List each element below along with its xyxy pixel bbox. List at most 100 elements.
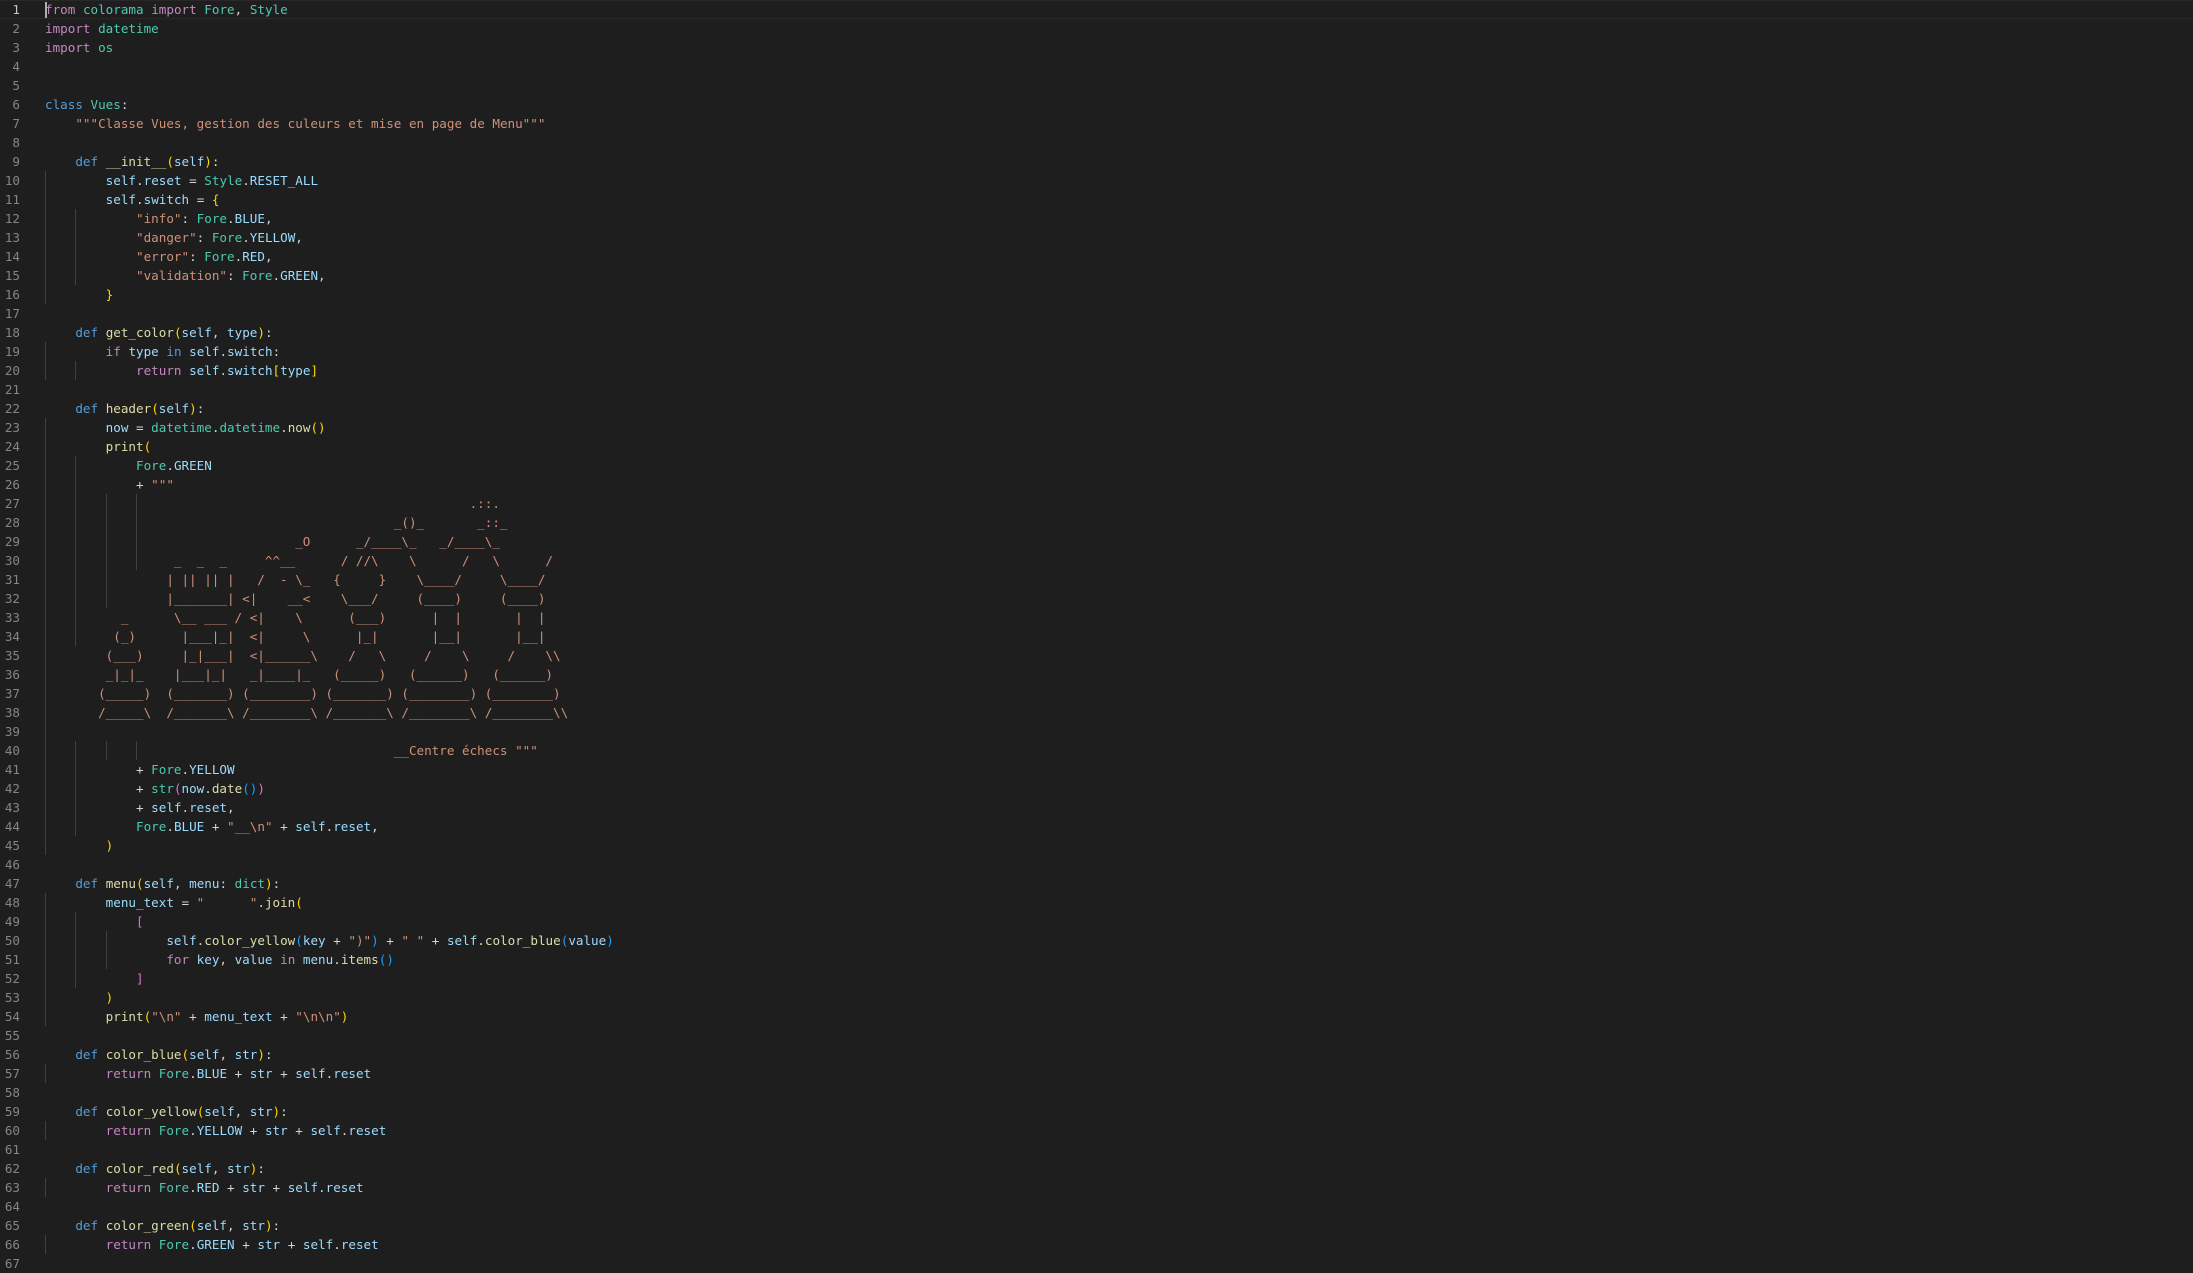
code-line[interactable]: 31 | || || | / - \_ { } \____/ \____/ bbox=[0, 570, 2193, 589]
line-content[interactable]: menu_text = " ".join( bbox=[45, 893, 303, 912]
line-content[interactable]: print("\n" + menu_text + "\n\n") bbox=[45, 1007, 349, 1026]
code-line[interactable]: 52 ] bbox=[0, 969, 2193, 988]
code-line[interactable]: 63 return Fore.RED + str + self.reset bbox=[0, 1178, 2193, 1197]
line-content[interactable]: print( bbox=[45, 437, 152, 456]
code-line[interactable]: 32 |_______| <| __< \___/ (____) (____) bbox=[0, 589, 2193, 608]
line-content[interactable]: def color_green(self, str): bbox=[45, 1216, 280, 1235]
code-line[interactable]: 46 bbox=[0, 855, 2193, 874]
code-line[interactable]: 3 import os bbox=[0, 38, 2193, 57]
line-content[interactable]: for key, value in menu.items() bbox=[45, 950, 394, 969]
line-content[interactable]: import os bbox=[45, 38, 113, 57]
code-line[interactable]: 64 bbox=[0, 1197, 2193, 1216]
code-editor[interactable]: 1 from colorama import Fore, Style 2 import… bbox=[0, 0, 2193, 1273]
line-content[interactable]: + str(now.date()) bbox=[45, 779, 265, 798]
code-line[interactable]: 61 bbox=[0, 1140, 2193, 1159]
code-line[interactable]: 7 """Classe Vues, gestion des culeurs et… bbox=[0, 114, 2193, 133]
code-line[interactable]: 2 import datetime bbox=[0, 19, 2193, 38]
code-line[interactable]: 67 bbox=[0, 1254, 2193, 1273]
line-content[interactable]: class Vues: bbox=[45, 95, 128, 114]
code-line[interactable]: 38 /_____\ /_______\ /________\ /_______… bbox=[0, 703, 2193, 722]
code-line[interactable]: 58 bbox=[0, 1083, 2193, 1102]
code-line[interactable]: 8 bbox=[0, 133, 2193, 152]
code-line[interactable]: 35 (___) |_|___| <|______\ / \ / \ / \\ bbox=[0, 646, 2193, 665]
line-content[interactable]: def get_color(self, type): bbox=[45, 323, 272, 342]
code-line[interactable]: 12 "info": Fore.BLUE, bbox=[0, 209, 2193, 228]
line-content[interactable]: ) bbox=[45, 836, 114, 855]
code-line[interactable]: 19 if type in self.switch: bbox=[0, 342, 2193, 361]
code-line[interactable]: 21 bbox=[0, 380, 2193, 399]
code-line[interactable]: 62 def color_red(self, str): bbox=[0, 1159, 2193, 1178]
line-content[interactable]: return self.switch[type] bbox=[45, 361, 318, 380]
code-line[interactable]: 65 def color_green(self, str): bbox=[0, 1216, 2193, 1235]
code-line[interactable]: 22 def header(self): bbox=[0, 399, 2193, 418]
code-line[interactable]: 30 _ _ _ ^^__ / //\ \ / \ / bbox=[0, 551, 2193, 570]
line-content[interactable]: def color_red(self, str): bbox=[45, 1159, 265, 1178]
code-line[interactable]: 66 return Fore.GREEN + str + self.reset bbox=[0, 1235, 2193, 1254]
code-line[interactable]: 54 print("\n" + menu_text + "\n\n") bbox=[0, 1007, 2193, 1026]
code-line[interactable]: 40 __Centre échecs """ bbox=[0, 741, 2193, 760]
code-line[interactable]: 25 Fore.GREEN bbox=[0, 456, 2193, 475]
code-line[interactable]: 4 bbox=[0, 57, 2193, 76]
code-line[interactable]: 49 [ bbox=[0, 912, 2193, 931]
code-line[interactable]: 18 def get_color(self, type): bbox=[0, 323, 2193, 342]
line-content[interactable]: + """ bbox=[45, 475, 174, 494]
line-content[interactable]: "info": Fore.BLUE, bbox=[45, 209, 273, 228]
line-content[interactable]: _O _/____\_ _/____\_ bbox=[45, 532, 500, 551]
code-line[interactable]: 45 ) bbox=[0, 836, 2193, 855]
line-content[interactable]: now = datetime.datetime.now() bbox=[45, 418, 326, 437]
code-line[interactable]: 60 return Fore.YELLOW + str + self.reset bbox=[0, 1121, 2193, 1140]
line-content[interactable]: _ \__ ___ / <| \ (___) | | | | bbox=[45, 608, 546, 627]
code-line[interactable]: 26 + """ bbox=[0, 475, 2193, 494]
line-content[interactable]: ) bbox=[45, 988, 114, 1007]
code-line[interactable]: 13 "danger": Fore.YELLOW, bbox=[0, 228, 2193, 247]
line-content[interactable]: + Fore.YELLOW bbox=[45, 760, 235, 779]
line-content[interactable]: "danger": Fore.YELLOW, bbox=[45, 228, 303, 247]
line-content[interactable]: _()_ _::_ bbox=[45, 513, 508, 532]
line-content[interactable]: def menu(self, menu: dict): bbox=[45, 874, 280, 893]
code-line[interactable]: 14 "error": Fore.RED, bbox=[0, 247, 2193, 266]
line-content[interactable]: import datetime bbox=[45, 19, 159, 38]
line-content[interactable]: Fore.BLUE + "__\n" + self.reset, bbox=[45, 817, 379, 836]
code-line[interactable]: 59 def color_yellow(self, str): bbox=[0, 1102, 2193, 1121]
code-line[interactable]: 27 .::. bbox=[0, 494, 2193, 513]
line-content[interactable]: "validation": Fore.GREEN, bbox=[45, 266, 326, 285]
code-line[interactable]: 17 bbox=[0, 304, 2193, 323]
line-content[interactable]: /_____\ /_______\ /________\ /_______\ /… bbox=[45, 703, 568, 722]
code-line[interactable]: 33 _ \__ ___ / <| \ (___) | | | | bbox=[0, 608, 2193, 627]
line-content[interactable]: return Fore.GREEN + str + self.reset bbox=[45, 1235, 379, 1254]
code-line[interactable]: 44 Fore.BLUE + "__\n" + self.reset, bbox=[0, 817, 2193, 836]
line-content[interactable]: "error": Fore.RED, bbox=[45, 247, 273, 266]
line-content[interactable]: self. color_yellow(key + ")") + " " + sel… bbox=[45, 931, 614, 950]
code-line[interactable]: 39 bbox=[0, 722, 2193, 741]
code-line[interactable]: 28 _()_ _::_ bbox=[0, 513, 2193, 532]
code-line[interactable]: 42 + str(now.date()) bbox=[0, 779, 2193, 798]
line-content[interactable]: Fore.GREEN bbox=[45, 456, 212, 475]
line-content[interactable]: _|_|_ |___|_| _|____|_ (_____) (______) … bbox=[45, 665, 553, 684]
line-content[interactable]: [ bbox=[45, 912, 144, 931]
line-content[interactable]: } bbox=[45, 285, 114, 304]
line-content[interactable]: def color_blue(self, str): bbox=[45, 1045, 272, 1064]
line-content[interactable]: self.reset = Style.RESET_ALL bbox=[45, 171, 318, 190]
code-line[interactable]: 56 def color_blue(self, str): bbox=[0, 1045, 2193, 1064]
line-content[interactable]: """Classe Vues, gestion des culeurs et m… bbox=[45, 114, 545, 133]
code-line[interactable]: 23 now = datetime.datetime.now() bbox=[0, 418, 2193, 437]
code-line[interactable]: 11 self.switch = { bbox=[0, 190, 2193, 209]
line-content[interactable]: if type in self.switch: bbox=[45, 342, 281, 361]
code-line[interactable]: 36 _|_|_ |___|_| _|____|_ (_____) (_____… bbox=[0, 665, 2193, 684]
code-line[interactable]: 34 (_) |___|_| <| \ |_| |__| |__| bbox=[0, 627, 2193, 646]
code-line[interactable]: 43 + self.reset, bbox=[0, 798, 2193, 817]
code-line[interactable]: 10 self.reset = Style.RESET_ALL bbox=[0, 171, 2193, 190]
code-line[interactable]: 51 for key, value in menu.items() bbox=[0, 950, 2193, 969]
code-line[interactable]: 55 bbox=[0, 1026, 2193, 1045]
code-line[interactable]: 1 from colorama import Fore, Style bbox=[0, 0, 2193, 19]
code-line[interactable]: 20 return self.switch[type] bbox=[0, 361, 2193, 380]
code-line[interactable]: 41 + Fore.YELLOW bbox=[0, 760, 2193, 779]
line-content[interactable]: def header(self): bbox=[45, 399, 204, 418]
line-content[interactable]: (___) |_|___| <|______\ / \ / \ / \\ bbox=[45, 646, 561, 665]
code-line[interactable]: 50 self. color_yellow(key + ")") + " " + … bbox=[0, 931, 2193, 950]
code-line[interactable]: 29 _O _/____\_ _/____\_ bbox=[0, 532, 2193, 551]
code-line[interactable]: 9 def __init__(self): bbox=[0, 152, 2193, 171]
line-content[interactable]: ] bbox=[45, 969, 144, 988]
line-content[interactable]: (_____) (_______) (________) (_______) (… bbox=[45, 684, 561, 703]
line-content[interactable]: _ _ _ ^^__ / //\ \ / \ / bbox=[45, 551, 553, 570]
